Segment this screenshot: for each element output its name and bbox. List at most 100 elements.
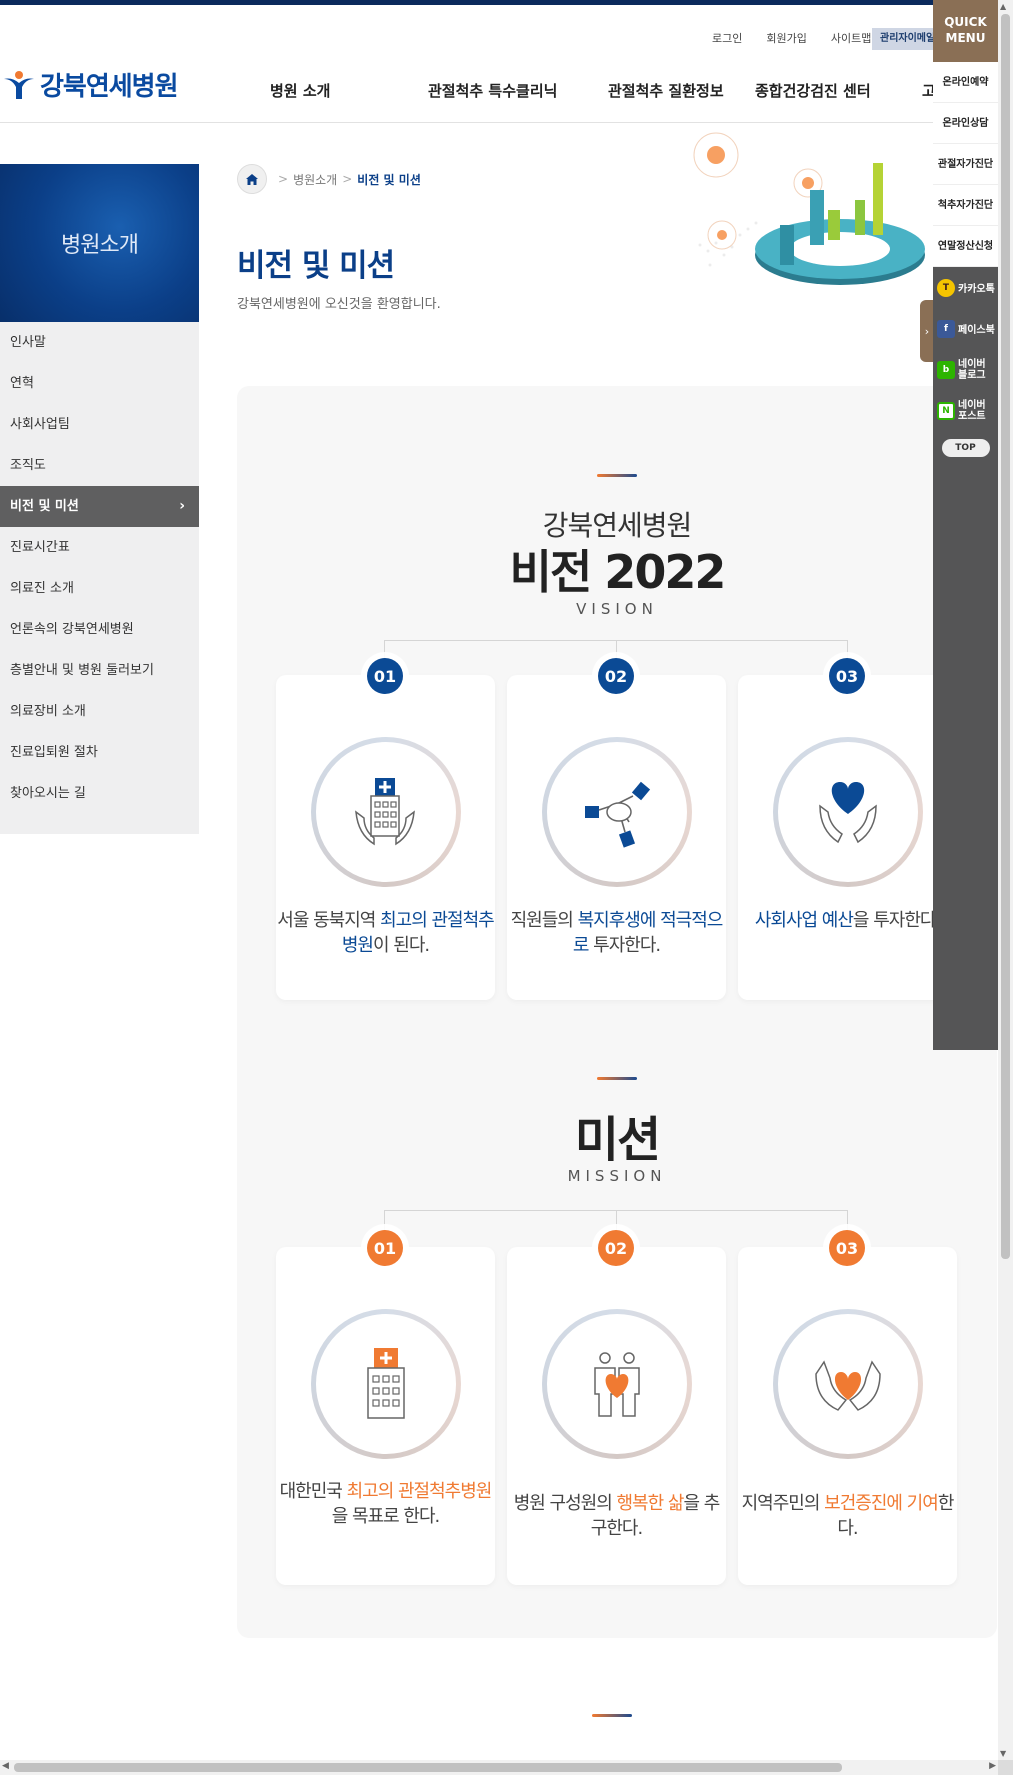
heart-hands-icon: [819, 782, 877, 844]
sns-naver-post[interactable]: N 네이버 포스트: [933, 390, 998, 431]
mission-card-2: 02 병원 구성원의 행복한 삶을 추구한다.: [507, 1230, 726, 1585]
home-icon: [246, 173, 258, 185]
sidebar-item-greeting[interactable]: 인사말: [0, 322, 199, 363]
top-accent-bar: [0, 0, 1013, 5]
vision-badge-1: 01: [367, 658, 403, 694]
quick-online-reservation[interactable]: 온라인예약: [933, 62, 998, 103]
sidebar-item-directions[interactable]: 찾아오시는 길: [0, 773, 199, 814]
card-text-highlight: 보건증진에 기여: [824, 1493, 939, 1514]
sidebar-item-floor-guide[interactable]: 층별안내 및 병원 둘러보기: [0, 650, 199, 691]
gnb-hospital-intro[interactable]: 병원 소개: [270, 80, 330, 101]
card-text-highlight: 사회사업 예산: [754, 910, 854, 931]
horizontal-scroll-thumb[interactable]: [14, 1763, 842, 1772]
quick-joint-self-check[interactable]: 관절자가진단: [933, 144, 998, 185]
page-subtitle: 강북연세병원에 오신것을 환영합니다.: [237, 297, 441, 312]
naver-post-icon: N: [937, 401, 955, 420]
home-button[interactable]: [237, 164, 267, 194]
vertical-scroll-thumb[interactable]: [1001, 14, 1010, 1259]
kakaotalk-icon: T: [937, 278, 955, 297]
icon-ring: [542, 1309, 692, 1459]
card-text-pre: 병원 구성원의: [513, 1493, 617, 1514]
sidebar-title: 병원소개: [0, 164, 199, 322]
mission-card-text: 지역주민의 보건증진에 기여한다.: [738, 1491, 957, 1541]
sidebar-item-organization[interactable]: 조직도: [0, 445, 199, 486]
sidebar-item-vision-mission[interactable]: 비전 및 미션 ›: [0, 486, 199, 527]
breadcrumb-item[interactable]: 병원소개: [293, 171, 337, 188]
quick-menu-toggle[interactable]: ›: [920, 300, 934, 362]
handshake-icon: [585, 781, 651, 848]
quick-menu: QUICK MENU 온라인예약 온라인상담 관절자가진단 척추자가진단 연말정…: [933, 0, 998, 1050]
mission-card-text: 대한민국 최고의 관절척추병원을 목표로 한다.: [276, 1479, 495, 1529]
sns-kakaotalk[interactable]: T 카카오톡: [933, 267, 998, 308]
gnb-disease-info[interactable]: 관절척추 질환정보: [608, 80, 724, 101]
card-text-post: 을 목표로 한다.: [331, 1506, 441, 1527]
utility-nav: 로그인 회원가입 사이트맵: [700, 30, 883, 48]
quick-title-line: MENU: [945, 31, 986, 45]
sns-label: 네이버 포스트: [958, 399, 986, 422]
sidebar-item-schedule[interactable]: 진료시간표: [0, 527, 199, 568]
horizontal-scrollbar[interactable]: ◀ ▶: [0, 1760, 998, 1775]
icon-ring: [773, 737, 923, 887]
card-text-post: 이 된다.: [373, 935, 430, 956]
scrollbar-corner: [998, 1760, 1013, 1775]
icon-ring: [311, 737, 461, 887]
page-title: 비전 및 미션: [237, 248, 395, 284]
mission-english-label: MISSION: [567, 1167, 667, 1185]
card-text-pre: 대한민국: [279, 1481, 347, 1502]
sns-facebook[interactable]: f 페이스북: [933, 308, 998, 349]
mission-title: 미션: [574, 1112, 661, 1168]
gnb-special-clinic[interactable]: 관절척추 특수클리닉: [428, 80, 557, 101]
sidebar-item-social-team[interactable]: 사회사업팀: [0, 404, 199, 445]
card-text-post: 투자한다.: [588, 935, 661, 956]
sidebar-item-press[interactable]: 언론속의 강북연세병원: [0, 609, 199, 650]
vision-card-1: 01 서울 동북지역 최고의 관절척추병원이 된다.: [276, 658, 495, 1000]
vision-card-text: 사회사업 예산을 투자한다.: [738, 908, 957, 933]
quick-tax-settlement[interactable]: 연말정산신청: [933, 226, 998, 267]
card-text-highlight: 최고의 관절척추병원: [346, 1481, 493, 1502]
decorative-line: [597, 1077, 637, 1080]
sidebar-item-equipment[interactable]: 의료장비 소개: [0, 691, 199, 732]
quick-menu-links: 온라인예약 온라인상담 관절자가진단 척추자가진단 연말정산신청: [933, 62, 998, 267]
facebook-icon: f: [937, 319, 955, 338]
growth-chart-illustration: [693, 132, 925, 285]
login-link[interactable]: 로그인: [700, 30, 754, 48]
sns-label: 카카오톡: [958, 284, 995, 295]
mission-card-text: 병원 구성원의 행복한 삶을 추구한다.: [507, 1491, 726, 1541]
mission-card-3: 03 지역주민의 보건증진에 기여한다.: [738, 1230, 957, 1585]
scroll-up-icon[interactable]: ▲: [1000, 2, 1006, 11]
scroll-down-icon[interactable]: ▼: [1000, 1749, 1006, 1758]
sidebar-item-history[interactable]: 연혁: [0, 363, 199, 404]
mission-badge-2: 02: [598, 1230, 634, 1266]
decorative-line: [597, 474, 637, 477]
gnb-checkup-center[interactable]: 종합건강검진 센터: [755, 80, 871, 101]
quick-online-consult[interactable]: 온라인상담: [933, 103, 998, 144]
scroll-top-button[interactable]: TOP: [941, 439, 990, 457]
vision-card-text: 직원들의 복지후생에 적극적으로 투자한다.: [507, 908, 726, 958]
vision-card-2: 02 직원들의 복지후생에 적극적으로 투자한다.: [507, 658, 726, 1000]
quick-title-line: QUICK: [944, 15, 987, 29]
vision-card-text: 서울 동북지역 최고의 관절척추병원이 된다.: [276, 908, 495, 958]
chevron-right-icon: ›: [179, 498, 185, 514]
naver-blog-icon: b: [937, 360, 955, 379]
sns-naver-blog[interactable]: b 네이버 블로그: [933, 349, 998, 390]
sns-label: 네이버 블로그: [958, 358, 986, 381]
sidebar-menu: 인사말 연혁 사회사업팀 조직도 비전 및 미션 › 진료시간표 의료진 소개 …: [0, 322, 199, 834]
vision-english-label: VISION: [576, 600, 658, 618]
card-text-post: 을 투자한다.: [852, 910, 941, 931]
vision-badge-3: 03: [829, 658, 865, 694]
admin-email-tab[interactable]: 관리자이메일: [872, 28, 934, 50]
scroll-right-icon[interactable]: ▶: [989, 1761, 996, 1771]
card-text-pre: 지역주민의: [741, 1493, 825, 1514]
sidebar-item-doctors[interactable]: 의료진 소개: [0, 568, 199, 609]
signup-link[interactable]: 회원가입: [754, 30, 818, 48]
sidebar-item-admission[interactable]: 진료입퇴원 절차: [0, 732, 199, 773]
icon-ring: [311, 1309, 461, 1459]
sns-label: 페이스북: [958, 325, 995, 336]
breadcrumb-separator: >: [278, 172, 289, 186]
quick-sns-links: T 카카오톡 f 페이스북 b 네이버 블로그 N 네이버 포스트: [933, 267, 998, 431]
scroll-left-icon[interactable]: ◀: [2, 1761, 9, 1771]
quick-spine-self-check[interactable]: 척추자가진단: [933, 185, 998, 226]
vertical-scrollbar[interactable]: ▲ ▼: [998, 0, 1013, 1760]
mission-card-1: 01 대한민국 최고의 관절척추병원을 목표로 한다.: [276, 1230, 495, 1585]
breadcrumb-separator: >: [342, 172, 353, 186]
